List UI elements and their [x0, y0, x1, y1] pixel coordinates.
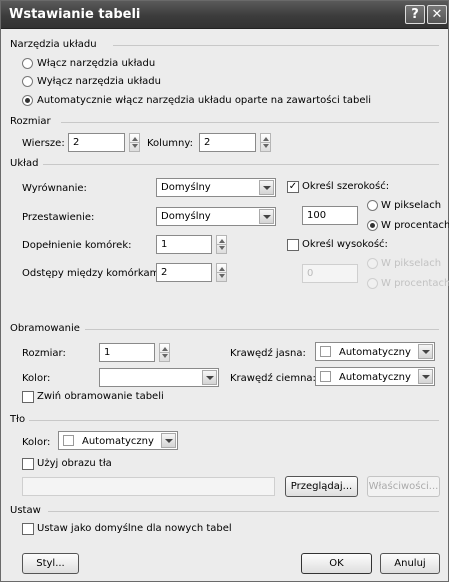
rows-label: Wiersze:: [22, 138, 65, 149]
section-divider: [48, 511, 439, 512]
alignment-label: Wyrównanie:: [22, 183, 87, 194]
close-button[interactable]: ✕: [427, 5, 447, 24]
layout-section-title: Układ: [10, 158, 39, 169]
chevron-down-icon[interactable]: [202, 370, 217, 385]
height-input[interactable]: 0: [302, 264, 358, 283]
background-color-select[interactable]: Automatyczny: [58, 431, 178, 450]
section-divider: [29, 420, 439, 421]
cell-padding-spinner[interactable]: [216, 235, 227, 254]
title-bar: Wstawianie tabeli: [1, 1, 448, 29]
rows-input[interactable]: 2: [68, 133, 125, 152]
color-swatch: [63, 435, 74, 446]
section-divider: [61, 122, 439, 123]
columns-spinner[interactable]: [260, 133, 271, 152]
chevron-down-icon[interactable]: [161, 433, 176, 448]
chevron-down-icon[interactable]: [418, 344, 433, 359]
set-section-title: Ustaw: [10, 505, 41, 516]
light-border-select[interactable]: Automatyczny: [315, 342, 435, 361]
columns-label: Kolumny:: [147, 138, 193, 149]
rows-spinner[interactable]: [129, 133, 140, 152]
width-pixels-radio[interactable]: [367, 200, 378, 211]
dark-border-label: Krawędź ciemna:: [230, 373, 316, 384]
height-pixels-radio[interactable]: [367, 258, 378, 269]
section-divider: [113, 45, 439, 46]
properties-button[interactable]: Właściwości...: [367, 476, 440, 497]
border-size-spinner[interactable]: [159, 343, 170, 362]
width-pixels-label: W pikselach: [381, 200, 442, 211]
use-background-image-label: Użyj obrazu tła: [37, 458, 112, 469]
insert-table-dialog: Wstawianie tabeli ? ✕ Narzędzia układu W…: [0, 0, 449, 582]
layout-tools-auto-label: Automatycznie włącz narzędzia układu opa…: [37, 95, 372, 106]
set-default-checkbox[interactable]: [22, 523, 34, 535]
size-section-title: Rozmiar: [10, 116, 51, 127]
height-percent-radio[interactable]: [367, 278, 378, 289]
layout-tools-enable-radio[interactable]: [22, 58, 33, 69]
height-pixels-label: W pikselach: [381, 258, 442, 269]
cell-spacing-spinner[interactable]: [216, 263, 227, 282]
light-border-label: Krawędź jasna:: [230, 348, 306, 359]
height-percent-label: W procentach: [381, 278, 449, 289]
chevron-down-icon[interactable]: [259, 209, 274, 224]
width-percent-radio[interactable]: [367, 220, 378, 231]
browse-button[interactable]: Przeglądaj...: [285, 476, 358, 497]
border-size-label: Rozmiar:: [22, 348, 66, 359]
layout-tools-auto-radio[interactable]: [22, 95, 33, 106]
color-swatch: [320, 371, 331, 382]
background-image-path-input[interactable]: [22, 477, 275, 496]
dark-border-select[interactable]: Automatyczny: [315, 367, 435, 386]
specify-width-label: Określ szerokość:: [302, 181, 390, 192]
section-divider: [43, 164, 439, 165]
help-button[interactable]: ?: [405, 5, 425, 24]
cell-spacing-label: Odstępy między komórkami:: [22, 268, 166, 279]
alignment-value: Domyślny: [161, 182, 211, 193]
section-divider: [85, 329, 439, 330]
alignment-select[interactable]: Domyślny: [156, 178, 276, 197]
cell-padding-label: Dopełnienie komórek:: [22, 240, 132, 251]
chevron-down-icon[interactable]: [259, 180, 274, 195]
border-color-select[interactable]: [99, 368, 219, 387]
layout-tools-section-title: Narzędzia układu: [10, 39, 97, 50]
light-border-value: Automatyczny: [339, 347, 411, 358]
layout-tools-disable-label: Wyłącz narzędzia układu: [37, 76, 161, 87]
borders-section-title: Obramowanie: [10, 323, 80, 334]
ok-button[interactable]: OK: [301, 553, 372, 574]
specify-height-label: Określ wysokość:: [302, 239, 388, 250]
cancel-button[interactable]: Anuluj: [380, 553, 440, 574]
background-section-title: Tło: [10, 414, 26, 425]
float-label: Przestawienie:: [22, 212, 95, 223]
border-size-input[interactable]: 1: [99, 343, 155, 362]
float-value: Domyślny: [161, 211, 211, 222]
width-input[interactable]: 100: [302, 206, 358, 225]
background-color-label: Kolor:: [22, 437, 51, 448]
width-percent-label: W procentach: [381, 220, 449, 231]
background-color-value: Automatyczny: [82, 436, 154, 447]
layout-tools-enable-label: Włącz narzędzia układu: [37, 58, 156, 69]
specify-height-checkbox[interactable]: [287, 239, 299, 251]
float-select[interactable]: Domyślny: [156, 207, 276, 226]
columns-input[interactable]: 2: [199, 133, 256, 152]
collapse-border-label: Zwiń obramowanie tabeli: [37, 391, 164, 402]
cell-padding-input[interactable]: 1: [156, 235, 212, 254]
chevron-down-icon[interactable]: [418, 369, 433, 384]
set-default-label: Ustaw jako domyślne dla nowych tabel: [37, 523, 232, 534]
color-swatch: [320, 346, 331, 357]
dialog-title: Wstawianie tabeli: [9, 7, 141, 22]
use-background-image-checkbox[interactable]: [22, 458, 34, 470]
border-color-label: Kolor:: [22, 373, 51, 384]
specify-width-checkbox[interactable]: ✓: [287, 181, 299, 193]
cell-spacing-input[interactable]: 2: [156, 263, 212, 282]
dark-border-value: Automatyczny: [339, 372, 411, 383]
style-button[interactable]: Styl...: [22, 553, 79, 574]
layout-tools-disable-radio[interactable]: [22, 76, 33, 87]
collapse-border-checkbox[interactable]: [22, 391, 34, 403]
